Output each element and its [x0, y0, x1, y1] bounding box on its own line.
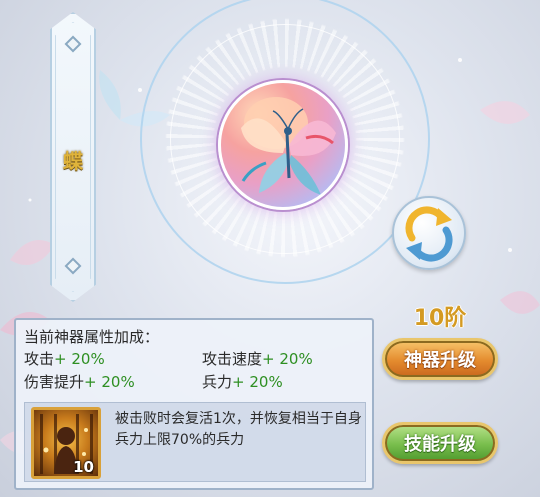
butterfly-artifact-orb[interactable] — [218, 80, 348, 210]
skill-icon[interactable]: 10 — [31, 407, 101, 479]
upgrade-skill-button[interactable]: 技能升级 — [382, 422, 498, 464]
stat-attack-speed: 攻击速度+ 20% — [202, 348, 313, 369]
stat-label: 伤害提升 — [24, 373, 85, 391]
stat-label: 攻击 — [24, 350, 55, 368]
refresh-button[interactable] — [392, 196, 466, 270]
skill-level: 10 — [73, 458, 94, 476]
attribute-panel-title: 当前神器属性加成： — [24, 328, 160, 346]
upgrade-artifact-button[interactable]: 神器升级 — [382, 338, 498, 380]
attribute-panel: 当前神器属性加成： 攻击+ 20% 攻击速度+ 20% 伤害提升+ 20% 兵力… — [14, 318, 374, 490]
stat-attack: 攻击+ 20% — [24, 348, 105, 369]
artifact-name: 蝶 — [63, 149, 83, 173]
artifact-level: 10阶 — [413, 306, 467, 331]
stat-value: + 20% — [262, 350, 313, 368]
skill-description: 被击败时会复活1次，并恢复相当于自身兵力上限70%的兵力 — [115, 411, 362, 448]
stat-label: 兵力 — [202, 373, 233, 391]
stat-value: + 20% — [54, 350, 105, 368]
stat-damage-boost: 伤害提升+ 20% — [24, 371, 135, 392]
stat-label: 攻击速度 — [202, 350, 263, 368]
butterfly-icon — [241, 97, 336, 195]
refresh-icon — [405, 206, 453, 262]
stat-value: + 20% — [232, 373, 283, 391]
stat-troops: 兵力+ 20% — [202, 371, 283, 392]
stat-value: + 20% — [84, 373, 135, 391]
skill-box: 10 被击败时会复活1次，并恢复相当于自身兵力上限70%的兵力 — [24, 402, 366, 482]
